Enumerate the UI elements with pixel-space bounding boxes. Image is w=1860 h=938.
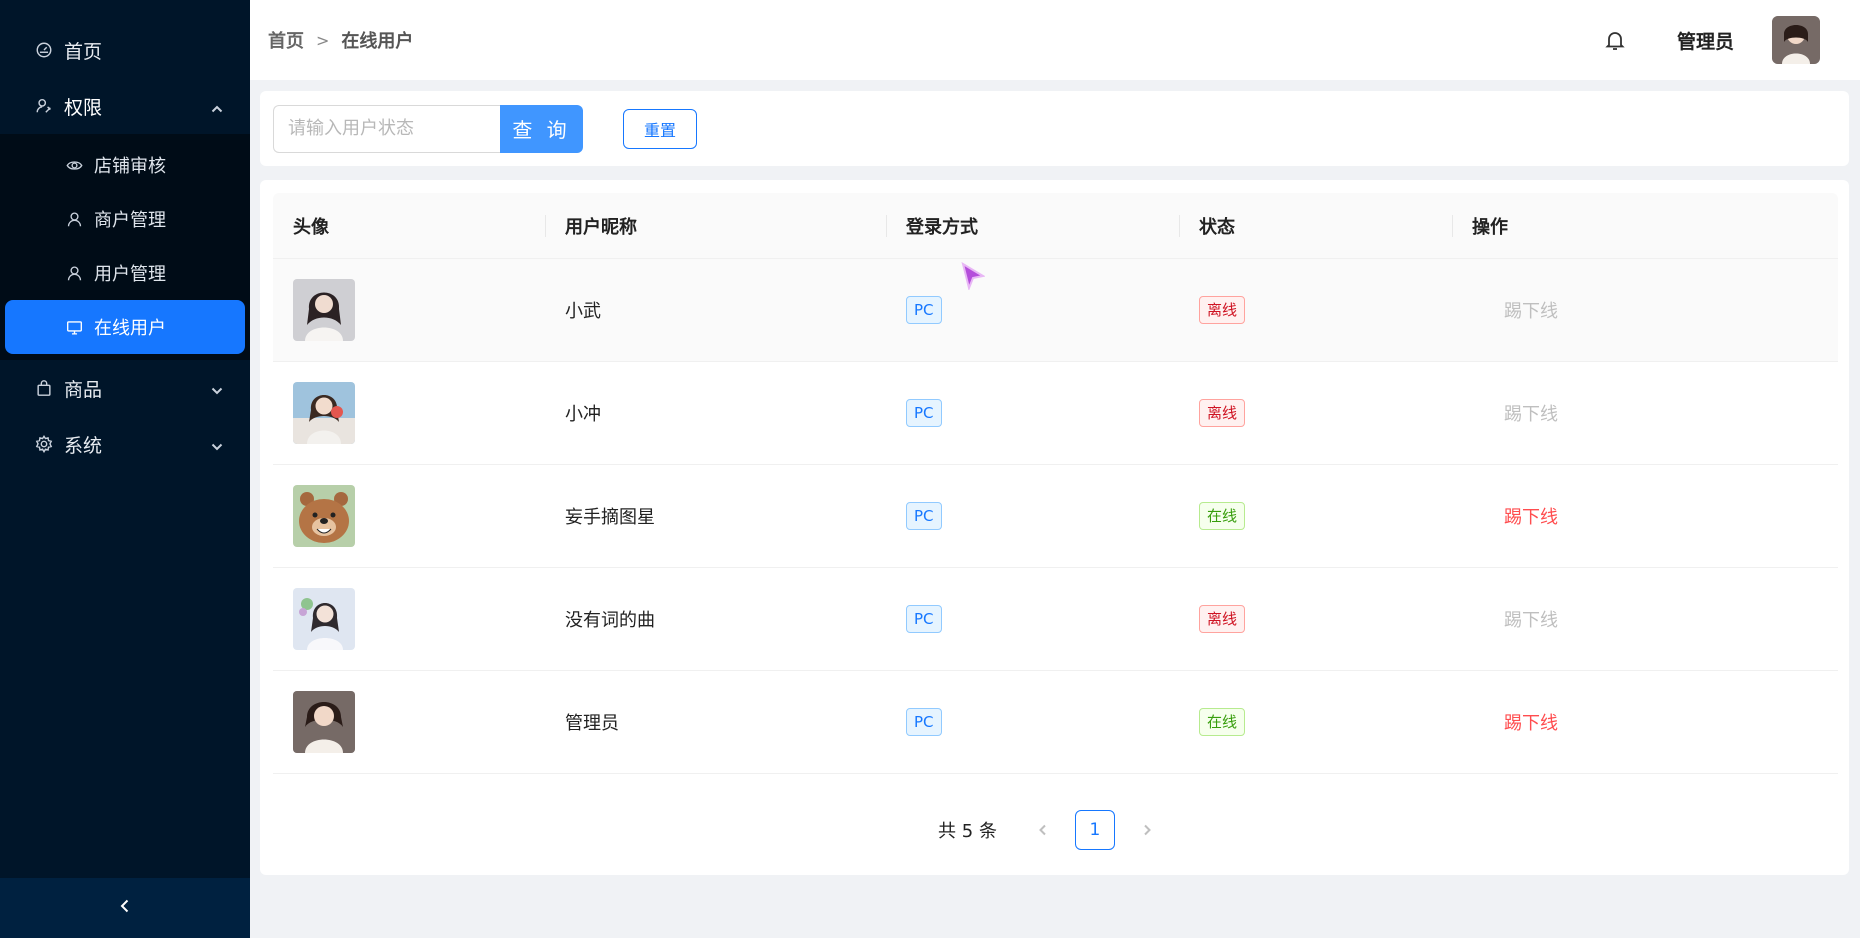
shopping-bag-icon	[34, 378, 54, 398]
permission-submenu: 店铺审核 商户管理 用户管理 在线用户	[0, 134, 250, 360]
user-icon	[64, 263, 84, 283]
table-header: 头像 用户昵称 登录方式 状态 操作	[273, 193, 1838, 259]
avatar[interactable]	[1772, 16, 1820, 64]
eye-icon	[64, 155, 84, 175]
page-number-button[interactable]: 1	[1074, 810, 1115, 850]
sidebar-item-label: 用户管理	[94, 264, 166, 285]
sidebar-item-user-management[interactable]: 用户管理	[0, 246, 250, 300]
status-search-input[interactable]	[273, 104, 500, 153]
query-button[interactable]: 查 询	[500, 104, 583, 153]
sidebar-item-label: 系统	[64, 434, 103, 457]
permission-icon	[34, 96, 54, 116]
kick-offline-button[interactable]: 踢下线	[1452, 671, 1838, 773]
status-badge: 离线	[1199, 399, 1246, 427]
table-row: 小武 PC 离线 踢下线	[273, 259, 1838, 362]
column-header-avatar: 头像	[293, 216, 329, 238]
user-nickname: 小冲	[565, 404, 601, 425]
user-nickname: 没有词的曲	[565, 610, 655, 631]
sidebar-item-label: 首页	[64, 40, 103, 63]
status-badge: 在线	[1199, 708, 1246, 736]
chevron-up-icon	[210, 99, 224, 113]
status-badge: 离线	[1199, 296, 1246, 324]
monitor-icon	[64, 317, 84, 337]
chevron-left-icon	[1039, 824, 1046, 836]
sidebar: 首页 权限 店铺审核 商户管理 用户管理 在线用户 商品 系统	[0, 0, 250, 938]
sidebar-item-label: 商户管理	[94, 210, 166, 231]
table-row: 没有词的曲 PC 离线 踢下线	[273, 568, 1838, 671]
bell-icon[interactable]	[1603, 28, 1627, 52]
sidebar-item-label: 权限	[64, 96, 103, 119]
pagination: 共 5 条 1	[260, 810, 1849, 850]
breadcrumb-home[interactable]: 首页	[268, 27, 304, 53]
user-avatar	[293, 382, 355, 444]
online-users-table: 头像 用户昵称 登录方式 状态 操作 小武 PC 离线 踢下线 小冲 PC 离线…	[273, 193, 1838, 774]
column-header-action: 操作	[1452, 193, 1838, 258]
sidebar-item-merchant-management[interactable]: 商户管理	[0, 192, 250, 246]
login-method-tag: PC	[906, 399, 942, 427]
sidebar-item-label: 在线用户	[94, 318, 166, 339]
breadcrumb: 首页 > 在线用户	[268, 27, 413, 53]
login-method-tag: PC	[906, 708, 942, 736]
user-avatar	[293, 279, 355, 341]
login-method-tag: PC	[906, 605, 942, 633]
next-page-button[interactable]	[1137, 820, 1157, 840]
user-nickname: 妄手摘图星	[565, 507, 655, 528]
table-panel: 头像 用户昵称 登录方式 状态 操作 小武 PC 离线 踢下线 小冲 PC 离线…	[260, 180, 1849, 875]
chevron-down-icon	[210, 381, 224, 395]
reset-button[interactable]: 重置	[623, 108, 697, 149]
header-user-area: 管理员	[1603, 0, 1820, 80]
mouse-cursor-icon	[961, 262, 985, 290]
user-name[interactable]: 管理员	[1677, 27, 1734, 54]
user-icon	[64, 209, 84, 229]
top-header: 首页 > 在线用户 管理员	[250, 0, 1860, 80]
kick-offline-button[interactable]: 踢下线	[1452, 465, 1838, 567]
kick-offline-button[interactable]: 踢下线	[1452, 259, 1838, 361]
dashboard-icon	[34, 40, 54, 60]
chevron-right-icon	[1144, 824, 1151, 836]
sidebar-item-products[interactable]: 商品	[0, 360, 250, 416]
sidebar-item-shop-review[interactable]: 店铺审核	[0, 138, 250, 192]
sidebar-item-home[interactable]: 首页	[0, 22, 250, 78]
gear-icon	[34, 434, 54, 454]
prev-page-button[interactable]	[1033, 820, 1053, 840]
sidebar-item-system[interactable]: 系统	[0, 416, 250, 472]
login-method-tag: PC	[906, 502, 942, 530]
chevron-down-icon	[210, 437, 224, 451]
user-nickname: 小武	[565, 301, 601, 322]
user-avatar	[293, 588, 355, 650]
sidebar-item-label: 商品	[64, 378, 103, 401]
sidebar-collapse-button[interactable]	[0, 878, 250, 938]
column-header-status: 状态	[1179, 193, 1452, 258]
user-avatar	[293, 485, 355, 547]
kick-offline-button[interactable]: 踢下线	[1452, 568, 1838, 670]
search-panel: 查 询 重置	[260, 91, 1849, 166]
table-row: 妄手摘图星 PC 在线 踢下线	[273, 465, 1838, 568]
sidebar-item-online-users[interactable]: 在线用户	[5, 300, 245, 354]
table-row: 小冲 PC 离线 踢下线	[273, 362, 1838, 465]
table-row: 管理员 PC 在线 踢下线	[273, 671, 1838, 774]
chevron-left-icon	[117, 898, 133, 918]
status-badge: 在线	[1199, 502, 1246, 530]
breadcrumb-current: 在线用户	[341, 31, 414, 52]
sidebar-item-permission[interactable]: 权限	[0, 78, 250, 134]
breadcrumb-separator: >	[316, 30, 330, 50]
column-header-nickname: 用户昵称	[545, 193, 886, 258]
user-nickname: 管理员	[565, 713, 619, 734]
total-count: 共 5 条	[938, 821, 997, 842]
kick-offline-button[interactable]: 踢下线	[1452, 362, 1838, 464]
sidebar-item-label: 店铺审核	[94, 156, 166, 177]
user-avatar	[293, 691, 355, 753]
column-header-login-method: 登录方式	[886, 193, 1179, 258]
status-badge: 离线	[1199, 605, 1246, 633]
login-method-tag: PC	[906, 296, 942, 324]
